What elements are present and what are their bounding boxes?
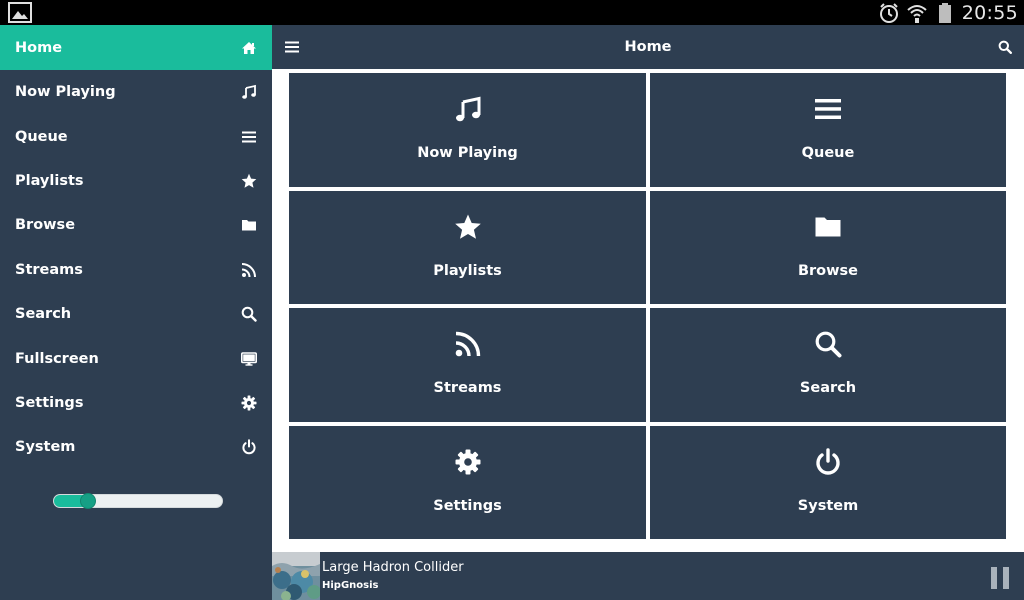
folder-icon bbox=[241, 217, 257, 233]
tile-label: Playlists bbox=[433, 263, 502, 279]
search-icon[interactable] bbox=[998, 40, 1012, 54]
tile-label: Now Playing bbox=[417, 145, 518, 161]
track-title: Large Hadron Collider bbox=[322, 560, 464, 575]
music-note-icon bbox=[241, 84, 257, 100]
folder-icon bbox=[814, 213, 842, 241]
sidebar-item-queue[interactable]: Queue bbox=[0, 114, 272, 158]
tile-queue[interactable]: Queue bbox=[650, 73, 1006, 187]
album-art[interactable] bbox=[272, 552, 320, 600]
tile-grid: Now Playing Queue Playlists Browse Strea… bbox=[289, 73, 1006, 539]
clock: 20:55 bbox=[961, 1, 1018, 24]
sidebar-item-system[interactable]: System bbox=[0, 425, 272, 469]
sidebar-item-playlists[interactable]: Playlists bbox=[0, 159, 272, 203]
tile-label: System bbox=[797, 498, 859, 514]
tile-streams[interactable]: Streams bbox=[289, 308, 646, 422]
search-icon bbox=[241, 306, 257, 322]
star-icon bbox=[454, 213, 482, 241]
home-content: Now Playing Queue Playlists Browse Strea… bbox=[272, 69, 1024, 552]
sidebar-item-streams[interactable]: Streams bbox=[0, 248, 272, 292]
list-icon bbox=[814, 95, 842, 123]
gear-icon bbox=[454, 448, 482, 476]
page-title: Home bbox=[624, 39, 672, 55]
sidebar-item-browse[interactable]: Browse bbox=[0, 203, 272, 247]
tile-label: Settings bbox=[433, 498, 502, 514]
tile-now-playing[interactable]: Now Playing bbox=[289, 73, 646, 187]
tile-search[interactable]: Search bbox=[650, 308, 1006, 422]
gallery-notification-icon bbox=[8, 2, 32, 23]
sidebar-item-label: Streams bbox=[15, 261, 83, 278]
sidebar-item-label: Search bbox=[15, 306, 72, 323]
power-icon bbox=[241, 439, 257, 455]
music-note-icon bbox=[454, 95, 482, 123]
tile-label: Streams bbox=[433, 380, 502, 396]
status-bar: 20:55 bbox=[0, 0, 1024, 25]
sidebar-item-label: Home bbox=[15, 39, 63, 56]
sidebar-item-search[interactable]: Search bbox=[0, 292, 272, 336]
sidebar-item-label: Settings bbox=[15, 394, 84, 411]
tile-label: Browse bbox=[797, 263, 859, 279]
track-artist: HipGnosis bbox=[322, 580, 379, 591]
menu-icon[interactable] bbox=[285, 41, 299, 53]
power-icon bbox=[814, 448, 842, 476]
tile-playlists[interactable]: Playlists bbox=[289, 191, 646, 304]
sidebar-item-label: Fullscreen bbox=[15, 350, 99, 367]
star-icon bbox=[241, 173, 257, 189]
gear-icon bbox=[241, 395, 257, 411]
tile-label: Queue bbox=[801, 145, 855, 161]
tile-browse[interactable]: Browse bbox=[650, 191, 1006, 304]
alarm-icon bbox=[878, 2, 900, 24]
sidebar-item-label: System bbox=[15, 439, 76, 456]
sidebar-item-label: Playlists bbox=[15, 172, 84, 189]
sidebar-item-fullscreen[interactable]: Fullscreen bbox=[0, 336, 272, 380]
list-icon bbox=[241, 129, 257, 145]
monitor-icon bbox=[241, 351, 257, 367]
sidebar-item-settings[interactable]: Settings bbox=[0, 381, 272, 425]
sidebar-item-label: Now Playing bbox=[15, 84, 116, 101]
home-icon bbox=[241, 40, 257, 56]
rss-icon bbox=[454, 330, 482, 358]
pause-icon[interactable] bbox=[990, 566, 1010, 590]
top-bar: Home bbox=[272, 25, 1024, 69]
sidebar: Home Now Playing Queue Playlists Browse … bbox=[0, 25, 272, 600]
wifi-icon bbox=[906, 2, 928, 24]
volume-slider[interactable] bbox=[53, 493, 223, 509]
search-icon bbox=[814, 330, 842, 358]
volume-slider-handle[interactable] bbox=[79, 493, 96, 509]
sidebar-item-label: Browse bbox=[15, 217, 76, 234]
tile-settings[interactable]: Settings bbox=[289, 426, 646, 539]
player-bar: Large Hadron Collider HipGnosis bbox=[272, 552, 1024, 600]
sidebar-item-now-playing[interactable]: Now Playing bbox=[0, 70, 272, 114]
tile-system[interactable]: System bbox=[650, 426, 1006, 539]
sidebar-item-label: Queue bbox=[15, 128, 68, 145]
tile-label: Search bbox=[799, 380, 857, 396]
battery-icon bbox=[934, 2, 956, 24]
sidebar-item-home[interactable]: Home bbox=[0, 25, 272, 70]
rss-icon bbox=[241, 262, 257, 278]
